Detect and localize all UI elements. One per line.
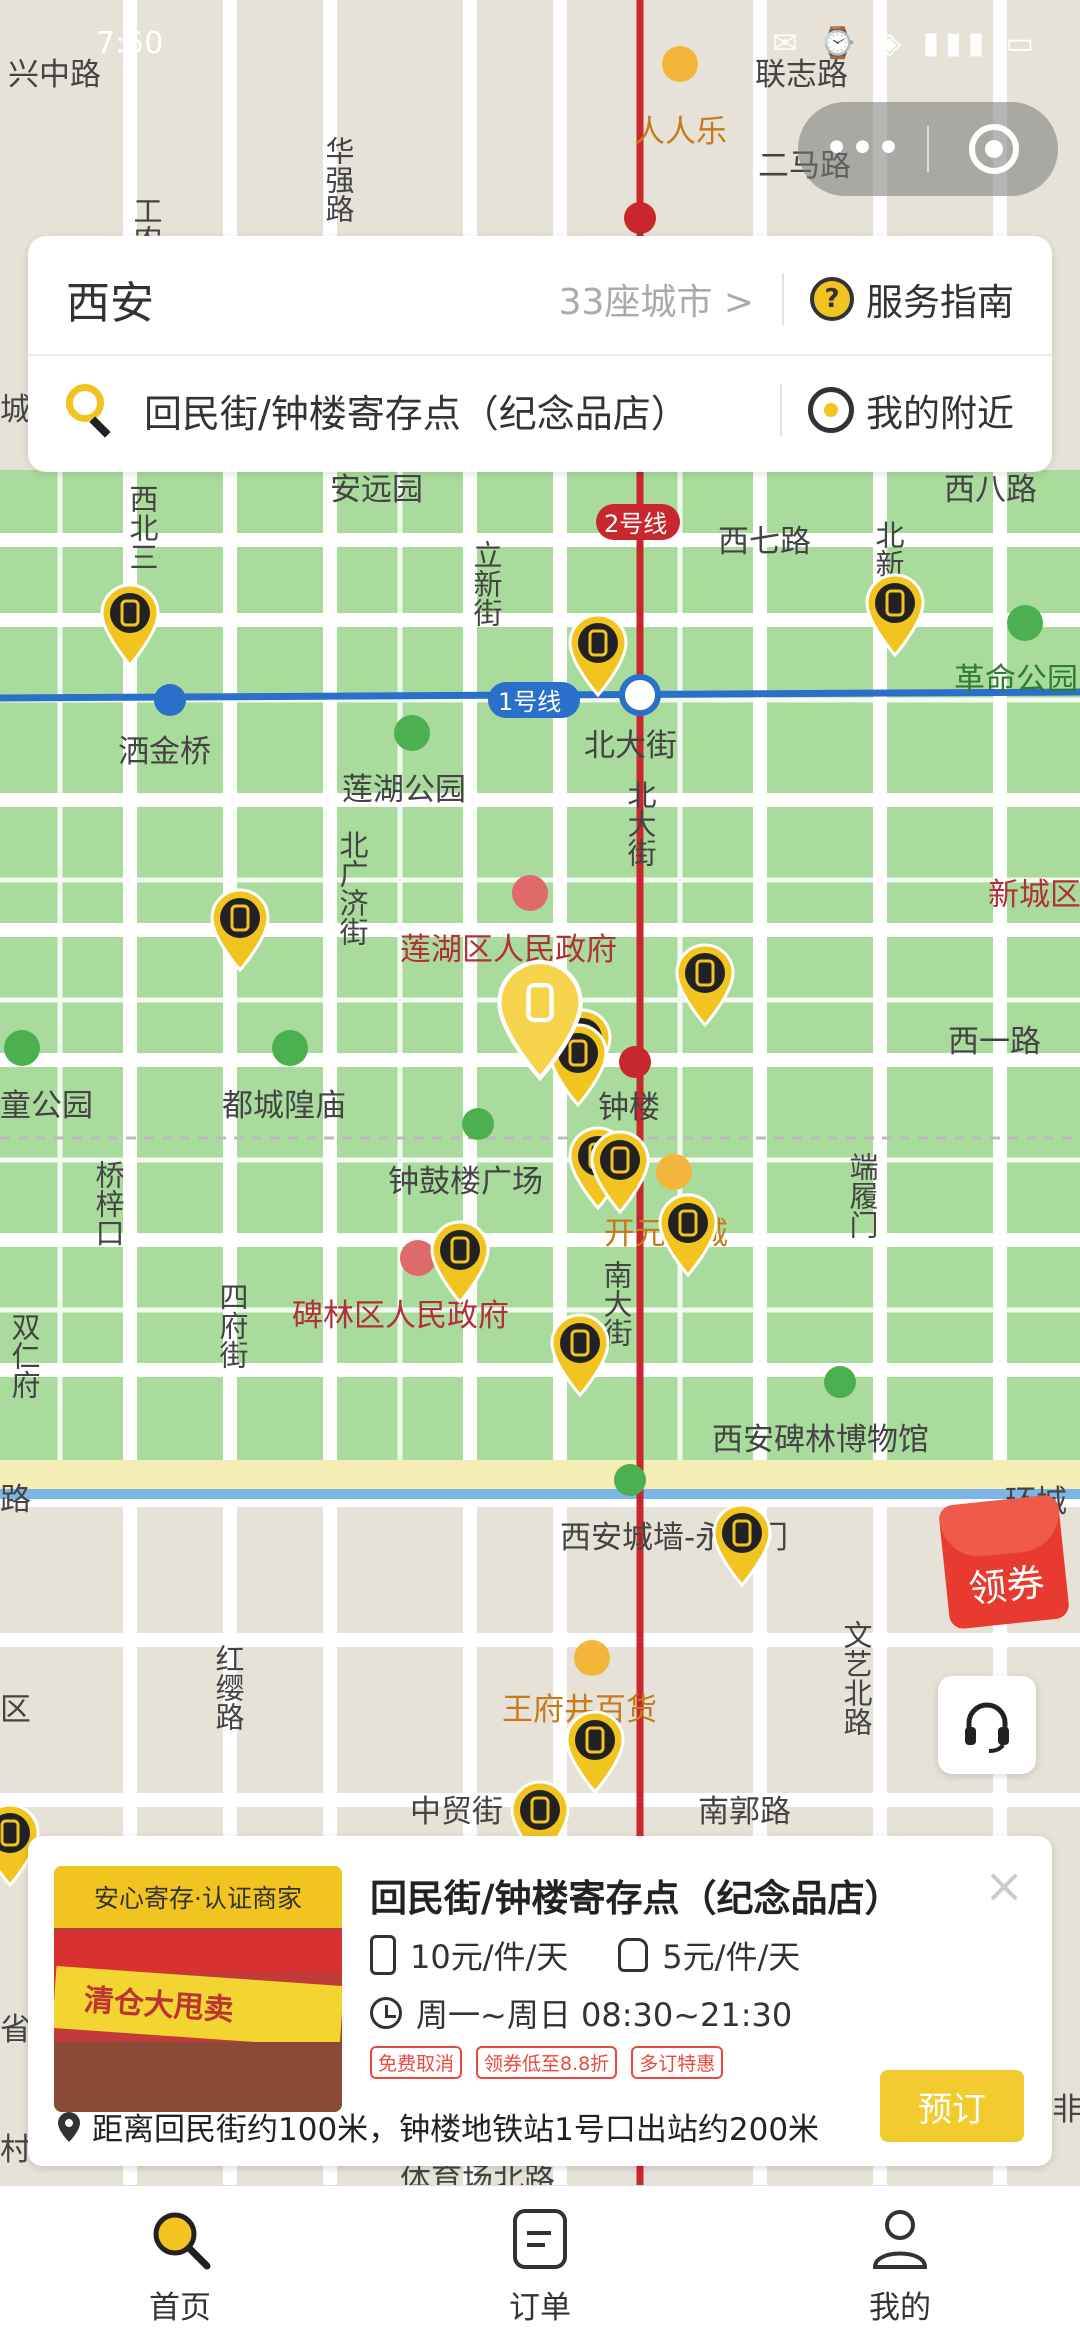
store-photo: 安心寄存·认证商家 清仓大甩卖 [54, 1866, 342, 2112]
map-label: 村 [0, 2132, 31, 2168]
map-label: 立新街 [469, 540, 503, 627]
bag-icon [618, 1938, 649, 1972]
map-label: 西七路 [718, 524, 811, 560]
map-label: 新城区 [988, 877, 1080, 913]
map-label: 南郭路 [698, 1794, 791, 1830]
map-label: 1号线 [498, 688, 561, 716]
price-bag: 5元/件/天 [662, 1938, 801, 1976]
opening-hours: 周一~周日 08:30~21:30 [416, 1996, 793, 2034]
coupon-label: 领券 [966, 1560, 1047, 1612]
coupon-button[interactable]: 领券 [937, 1494, 1071, 1630]
certified-badge: 安心寄存·认证商家 [54, 1866, 342, 1928]
promo-tags: 免费取消 领券低至8.8折 多订特惠 [370, 2046, 737, 2079]
price-luggage: 10元/件/天 [410, 1938, 569, 1976]
locate-icon [808, 387, 854, 433]
map-label: 北广济街 [335, 830, 369, 946]
city-name[interactable]: 西安 [66, 267, 559, 331]
status-icons: ✉ ⌚ ◈ ▮▮▮ ▭ [772, 26, 1040, 61]
help-icon: ? [810, 277, 854, 321]
tab-home-label: 首页 [149, 2290, 211, 2326]
map-label: 文艺北路 [839, 1620, 873, 1736]
nearby-button[interactable]: 我的附近 [808, 383, 1014, 437]
user-icon [872, 2210, 928, 2269]
nearby-label: 我的附近 [866, 392, 1014, 435]
tab-mine[interactable]: 我的 [720, 2186, 1080, 2340]
tab-orders[interactable]: 订单 [360, 2186, 720, 2340]
map-label: 四府街 [215, 1282, 249, 1369]
search-icon [153, 2212, 211, 2270]
map-label: 莲湖区人民政府 [400, 932, 617, 968]
map-label: 童公园 [0, 1088, 93, 1124]
map-label: 2号线 [604, 510, 667, 538]
map-label: 华强路 [321, 136, 355, 223]
tab-mine-label: 我的 [869, 2290, 931, 2326]
map-label: 钟楼 [598, 1090, 660, 1126]
status-time: 7:50 [96, 26, 164, 61]
close-miniprogram-button[interactable] [929, 124, 1058, 174]
city-row: 西安 33座城市 > ? 服务指南 [28, 244, 1052, 354]
order-list-icon [513, 2209, 567, 2269]
map-label: 西安碑林博物馆 [712, 1422, 929, 1458]
miniprogram-capsule: ••• [798, 102, 1058, 196]
search-text: 回民街/钟楼寄存点（纪念品店） [144, 391, 689, 436]
search-input[interactable]: 回民街/钟楼寄存点（纪念品店） [66, 383, 780, 438]
map-label: 非 [1052, 2092, 1080, 2128]
map-label: 端履门 [845, 1152, 879, 1239]
clock-icon [370, 1997, 402, 2029]
distance-row: 距离回民街约100米，钟楼地铁站1号口出站约200米 [56, 2104, 819, 2149]
map-label: 碑林区人民政府 [292, 1298, 509, 1334]
map-label: 北新 [871, 520, 905, 578]
divider [780, 384, 782, 436]
map-label: 区 [0, 1692, 31, 1728]
service-guide-button[interactable]: ? 服务指南 [810, 272, 1014, 326]
map-label: 双仁府 [7, 1312, 41, 1399]
service-guide-label: 服务指南 [866, 281, 1014, 324]
map-label: 城 [0, 392, 31, 428]
store-name: 回民街/钟楼寄存点（纪念品店） [370, 1877, 902, 1920]
map-label: 北大街 [584, 728, 677, 764]
promo-tag: 多订特惠 [631, 2046, 724, 2079]
close-card-button[interactable]: × [984, 1862, 1024, 1910]
map-label: 都城隍庙 [222, 1088, 346, 1124]
target-icon [968, 124, 1019, 174]
luggage-icon [370, 1935, 396, 1975]
customer-service-button[interactable] [938, 1676, 1036, 1774]
distance-text: 距离回民街约100米，钟楼地铁站1号口出站约200米 [92, 2112, 820, 2148]
search-row: 回民街/钟楼寄存点（纪念品店） 我的附近 [28, 354, 1052, 464]
map-label: 中贸街 [410, 1794, 503, 1830]
map-label: 钟鼓楼广场 [388, 1164, 543, 1200]
city-count-link[interactable]: 33座城市 > [559, 273, 754, 325]
status-bar: 7:50 ✉ ⌚ ◈ ▮▮▮ ▭ [0, 0, 1080, 80]
more-menu-button[interactable]: ••• [798, 127, 927, 171]
promo-tag: 领券低至8.8折 [476, 2046, 618, 2079]
map-label: 洒金桥 [118, 734, 211, 770]
location-pin-icon [58, 2111, 80, 2142]
search-icon [66, 384, 118, 438]
price-row: 10元/件/天 5元/件/天 [370, 1932, 800, 1978]
search-card: 西安 33座城市 > ? 服务指南 回民街/钟楼寄存点（纪念品店） 我的附近 [28, 236, 1052, 472]
map-label: 桥梓口 [91, 1160, 125, 1247]
map-label: 省 [0, 2012, 31, 2048]
map-label: 莲湖公园 [342, 772, 466, 808]
map-label: 西八路 [944, 472, 1037, 508]
map-label: 西一路 [948, 1024, 1041, 1060]
map-label: 革命公园 [954, 662, 1078, 698]
map-label: 北大街 [623, 780, 657, 867]
book-button[interactable]: 预订 [880, 2070, 1024, 2142]
tab-home[interactable]: 首页 [0, 2186, 360, 2340]
divider [782, 273, 784, 325]
promo-tag: 免费取消 [370, 2046, 463, 2079]
map-label: 人人乐 [634, 114, 727, 150]
map-label: 路 [0, 1482, 31, 1518]
hours-row: 周一~周日 08:30~21:30 [370, 1990, 792, 2036]
luggage-pin[interactable] [565, 1710, 625, 1795]
bottom-tab-bar: 首页 订单 我的 [0, 2185, 1080, 2340]
headset-icon [965, 1702, 1009, 1753]
map-label: 西北三 [125, 484, 159, 571]
map-label: 安远园 [330, 472, 423, 508]
store-card[interactable]: 安心寄存·认证商家 清仓大甩卖 回民街/钟楼寄存点（纪念品店） × 10元/件/… [28, 1836, 1052, 2166]
map-label: 红缨路 [211, 1644, 245, 1731]
tab-orders-label: 订单 [509, 2290, 571, 2326]
